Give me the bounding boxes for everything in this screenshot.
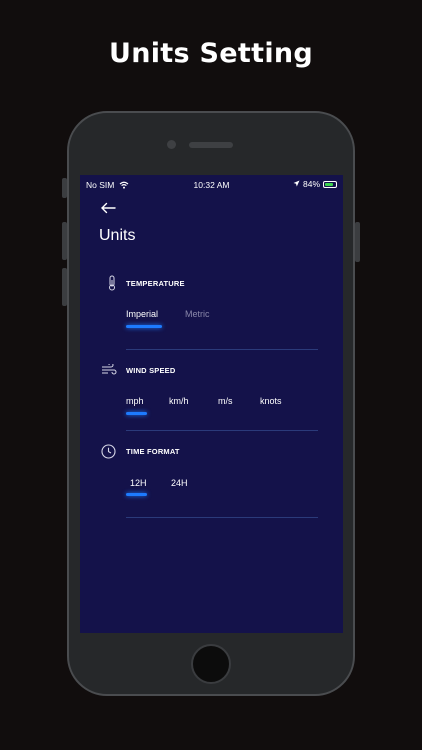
temperature-option-metric[interactable]: Metric <box>185 309 210 319</box>
battery-icon <box>323 180 337 188</box>
temperature-heading: TEMPERATURE <box>126 279 185 288</box>
time-option-12h[interactable]: 12H <box>130 478 147 488</box>
temperature-option-imperial[interactable]: Imperial <box>126 309 158 319</box>
temperature-selected-indicator <box>126 325 162 328</box>
temperature-divider <box>126 349 318 350</box>
side-button-volume-up <box>62 222 67 260</box>
battery-status: 84% <box>293 179 337 189</box>
status-bar: No SIM 10:32 AM 84% <box>80 175 343 193</box>
wind-selected-indicator <box>126 412 147 415</box>
wind-option-knots[interactable]: knots <box>260 396 282 406</box>
wind-option-kmh[interactable]: km/h <box>169 396 189 406</box>
thermometer-icon <box>107 275 117 296</box>
phone-screen: No SIM 10:32 AM 84% Units TEMPERATURE Im… <box>80 175 343 633</box>
time-divider <box>126 517 318 518</box>
wind-icon <box>101 362 117 381</box>
wind-divider <box>126 430 318 431</box>
wind-option-ms[interactable]: m/s <box>218 396 233 406</box>
location-arrow-icon <box>293 179 300 189</box>
time-selected-indicator <box>126 493 147 496</box>
clock-icon <box>101 444 116 464</box>
earpiece-speaker <box>189 142 233 148</box>
wind-option-mph[interactable]: mph <box>126 396 144 406</box>
time-format-heading: TIME FORMAT <box>126 447 180 456</box>
side-button-mute <box>62 178 67 198</box>
battery-percent: 84% <box>302 179 320 189</box>
side-button-volume-down <box>62 268 67 306</box>
time-option-24h[interactable]: 24H <box>171 478 188 488</box>
headline: Units Setting <box>108 38 314 69</box>
front-camera <box>167 140 176 149</box>
page-title: Units <box>99 227 136 244</box>
wind-speed-heading: WIND SPEED <box>126 366 176 375</box>
back-arrow-icon[interactable] <box>100 201 118 217</box>
home-button[interactable] <box>191 644 231 684</box>
side-button-power <box>355 222 360 262</box>
